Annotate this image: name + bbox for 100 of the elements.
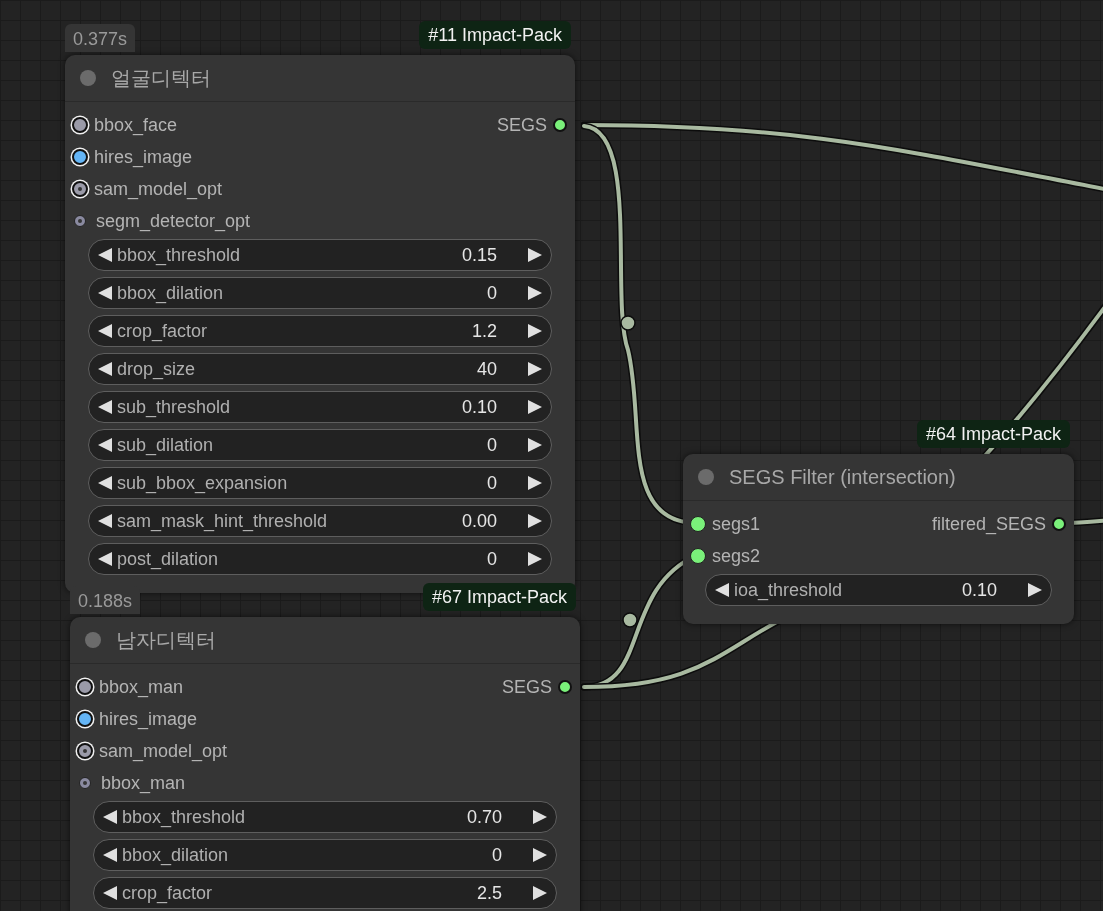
input-label: hires_image — [99, 708, 198, 730]
right-arrow-icon[interactable] — [527, 475, 543, 491]
widget-label: ioa_threshold — [734, 579, 844, 601]
number-widget[interactable]: bbox_dilation 0 — [93, 839, 557, 871]
widget-label: bbox_threshold — [117, 244, 242, 266]
widget-label: bbox_dilation — [117, 282, 225, 304]
right-arrow-icon[interactable] — [527, 247, 543, 263]
collapse-dot-icon[interactable] — [698, 469, 714, 485]
widget-value: 0.00 — [461, 510, 497, 532]
number-widget[interactable]: bbox_dilation 0 — [88, 277, 552, 309]
widget-value: 2.5 — [476, 882, 502, 904]
input-slot-dot[interactable] — [72, 149, 88, 165]
input-slot-dot[interactable] — [690, 516, 706, 532]
collapse-dot-icon[interactable] — [85, 632, 101, 648]
widget-label: sam_mask_hint_threshold — [117, 510, 329, 532]
left-arrow-icon[interactable] — [97, 285, 113, 301]
right-arrow-icon[interactable] — [527, 361, 543, 377]
output-slot-dot[interactable] — [558, 680, 572, 694]
node-title-bar[interactable]: 얼굴디텍터 — [65, 55, 575, 102]
right-arrow-icon[interactable] — [527, 551, 543, 567]
node-badge: #11 Impact-Pack — [419, 21, 571, 49]
number-widget[interactable]: crop_factor 1.2 — [88, 315, 552, 347]
output-label: filtered_SEGS — [931, 513, 1046, 535]
right-arrow-icon[interactable] — [527, 513, 543, 529]
number-widget[interactable]: sub_bbox_expansion 0 — [88, 467, 552, 499]
widget-label: bbox_dilation — [122, 844, 230, 866]
left-arrow-icon[interactable] — [97, 475, 113, 491]
widget-label: sub_threshold — [117, 396, 232, 418]
right-arrow-icon[interactable] — [532, 809, 548, 825]
node-title-bar[interactable]: SEGS Filter (intersection) — [683, 454, 1074, 501]
left-arrow-icon[interactable] — [97, 247, 113, 263]
input-label: sam_model_opt — [94, 178, 223, 200]
widget-label: sub_dilation — [117, 434, 215, 456]
left-arrow-icon[interactable] — [97, 399, 113, 415]
widget-value: 0 — [487, 548, 497, 570]
input-label: segs1 — [712, 513, 761, 535]
input-slot-dot[interactable] — [74, 215, 86, 227]
number-widget[interactable]: bbox_threshold 0.15 — [88, 239, 552, 271]
number-widget[interactable]: sub_dilation 0 — [88, 429, 552, 461]
node-title: SEGS Filter (intersection) — [729, 465, 956, 489]
input-label: bbox_face — [94, 114, 178, 136]
left-arrow-icon[interactable] — [97, 323, 113, 339]
widget-value: 40 — [476, 358, 497, 380]
widget-value: 0.10 — [461, 396, 497, 418]
widget-value: 0 — [487, 282, 497, 304]
node-badge: #64 Impact-Pack — [916, 420, 1070, 448]
widget-label: bbox_threshold — [122, 806, 247, 828]
input-slot-dot[interactable] — [77, 711, 93, 727]
output-slot-dot[interactable] — [553, 118, 567, 132]
input-slot-dot[interactable] — [690, 548, 706, 564]
left-arrow-icon[interactable] — [102, 885, 118, 901]
left-arrow-icon[interactable] — [102, 847, 118, 863]
widget-label: post_dilation — [117, 548, 220, 570]
input-slot-dot[interactable] — [77, 679, 93, 695]
left-arrow-icon[interactable] — [97, 361, 113, 377]
input-slot-dot[interactable] — [72, 117, 88, 133]
widget-label: crop_factor — [117, 320, 209, 342]
right-arrow-icon[interactable] — [527, 323, 543, 339]
node-title: 남자디텍터 — [116, 627, 216, 653]
right-arrow-icon[interactable] — [1027, 582, 1043, 598]
widget-label: drop_size — [117, 358, 197, 380]
widget-value: 0.15 — [461, 244, 497, 266]
input-label: bbox_man — [99, 676, 184, 698]
widget-value: 0.70 — [466, 806, 502, 828]
node-badge: #67 Impact-Pack — [422, 583, 576, 611]
number-widget[interactable]: ioa_threshold 0.10 — [705, 574, 1052, 606]
input-slot-dot[interactable] — [72, 181, 88, 197]
widget-label: sub_bbox_expansion — [117, 472, 289, 494]
input-slot-dot[interactable] — [77, 743, 93, 759]
node-title: 얼굴디텍터 — [111, 65, 211, 91]
left-arrow-icon[interactable] — [97, 513, 113, 529]
node-title-bar[interactable]: 남자디텍터 — [70, 617, 580, 664]
number-widget[interactable]: sub_threshold 0.10 — [88, 391, 552, 423]
right-arrow-icon[interactable] — [527, 437, 543, 453]
input-slot-dot[interactable] — [79, 777, 91, 789]
right-arrow-icon[interactable] — [527, 285, 543, 301]
output-label: SEGS — [501, 676, 552, 698]
left-arrow-icon[interactable] — [714, 582, 730, 598]
widget-value: 1.2 — [471, 320, 497, 342]
output-slot-dot[interactable] — [1052, 517, 1066, 531]
right-arrow-icon[interactable] — [527, 399, 543, 415]
number-widget[interactable]: post_dilation 0 — [88, 543, 552, 575]
input-label: sam_model_opt — [99, 740, 228, 762]
input-label: hires_image — [94, 146, 193, 168]
number-widget[interactable]: drop_size 40 — [88, 353, 552, 385]
widget-label: crop_factor — [122, 882, 214, 904]
left-arrow-icon[interactable] — [97, 551, 113, 567]
left-arrow-icon[interactable] — [97, 437, 113, 453]
widget-value: 0 — [492, 844, 502, 866]
input-label: segm_detector_opt — [96, 210, 251, 232]
input-label: segs2 — [712, 545, 761, 567]
output-label: SEGS — [496, 114, 547, 136]
right-arrow-icon[interactable] — [532, 885, 548, 901]
number-widget[interactable]: crop_factor 2.5 — [93, 877, 557, 909]
number-widget[interactable]: bbox_threshold 0.70 — [93, 801, 557, 833]
right-arrow-icon[interactable] — [532, 847, 548, 863]
widget-value: 0 — [487, 472, 497, 494]
collapse-dot-icon[interactable] — [80, 70, 96, 86]
left-arrow-icon[interactable] — [102, 809, 118, 825]
number-widget[interactable]: sam_mask_hint_threshold 0.00 — [88, 505, 552, 537]
